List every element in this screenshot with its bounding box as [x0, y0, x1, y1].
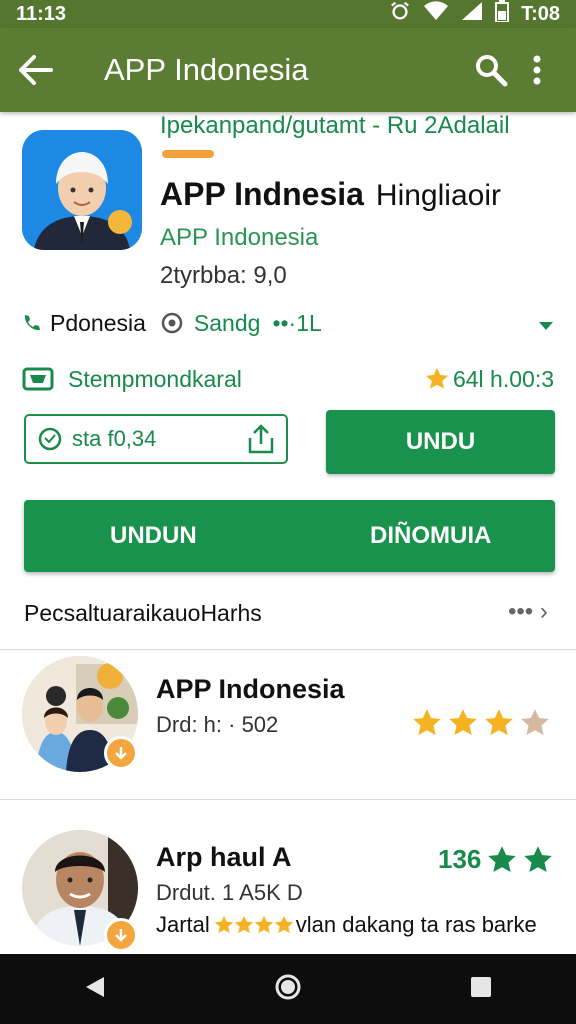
list-item-subtitle: Drd: h: · 502 [156, 712, 279, 737]
location-text: Pdonesia [50, 309, 146, 336]
review-count: 136 [438, 844, 553, 875]
rating-summary: 64l h.00:3 [425, 366, 554, 393]
list-item-description: Jartal vlan dakang ta ras barke [156, 912, 537, 938]
install-button-bar[interactable]: UNDUN DIÑOMUIA [24, 500, 555, 572]
status-time: 11:13 [16, 2, 67, 25]
download-badge-icon [104, 736, 138, 770]
wifi-icon [423, 1, 449, 27]
search-icon [476, 55, 508, 87]
arrow-back-icon [19, 55, 53, 85]
star-icon [274, 915, 293, 933]
status-time-right: T:08 [521, 2, 560, 25]
list-item-title[interactable]: Arp haul A [156, 842, 292, 873]
tag-icon [22, 367, 54, 391]
network-text: ••·1L [272, 309, 322, 336]
section-more-button[interactable]: ••• › [508, 598, 548, 626]
review-count-text: 136 [438, 844, 482, 874]
back-triangle-icon [86, 976, 104, 997]
size-text: sta f0,34 [72, 426, 157, 451]
description-text: vlan dakang ta ras barke [295, 912, 537, 937]
install-left-label[interactable]: UNDUN [110, 522, 197, 550]
star-icon [413, 709, 441, 735]
download-button[interactable]: UNDU [326, 410, 555, 474]
more-vert-icon [533, 55, 541, 85]
battery-icon [495, 0, 510, 28]
dropdown-arrow-icon[interactable] [538, 310, 554, 337]
star-empty-icon [521, 709, 549, 735]
star-green-icon [488, 845, 517, 872]
install-right-label[interactable]: DIÑOMUIA [370, 522, 491, 550]
rating-stars [412, 708, 550, 738]
more-options-button[interactable] [514, 44, 560, 96]
star-icon [214, 915, 233, 933]
back-button[interactable] [10, 44, 62, 96]
app-icon [22, 130, 142, 250]
download-badge-icon [104, 918, 138, 952]
rating-text: 64l h.00:3 [452, 365, 554, 392]
list-item-subtitle: Drdut. 1 A5K D [156, 880, 303, 905]
app-name-extra: Hingliaoir [375, 179, 501, 212]
star-icon [234, 915, 253, 933]
clock-icon [38, 427, 62, 451]
size-selector[interactable]: sta f0,34 [24, 414, 288, 464]
divider [0, 799, 576, 800]
info-row-location: Pdonesia Sandg ••·1L [22, 306, 554, 340]
send-text[interactable]: Sandg [194, 310, 261, 337]
signal-icon [461, 1, 483, 27]
app-bar-title: APP Indonesia [104, 52, 309, 87]
status-bar: 11:13 T:08 [0, 0, 576, 28]
star-green-icon [524, 845, 553, 872]
alarm-icon [389, 0, 411, 28]
app-bar: APP Indonesia [0, 28, 576, 112]
description-prefix: Jartal [156, 912, 210, 937]
star-icon [425, 368, 448, 389]
star-icon [485, 709, 513, 735]
search-button[interactable] [468, 44, 514, 96]
star-icon [254, 915, 273, 933]
settings-icon [161, 312, 183, 334]
developer-link[interactable]: APP Indonesia [160, 224, 318, 252]
home-circle-icon [275, 974, 301, 999]
app-name-text: APP Indnesia [160, 176, 364, 212]
version-text: 2tyrbba: 9,0 [160, 262, 287, 289]
app-tagline: Ipekanpand/gutamt - Ru 2Adalail [160, 112, 510, 139]
section-title: PecsaltuaraikauoHarhs [24, 600, 262, 626]
star-icon [449, 709, 477, 735]
nav-recents-button[interactable] [470, 976, 492, 1003]
divider [0, 649, 576, 650]
phone-icon [24, 315, 40, 331]
info-row-stamp: Stempmondkaral 64l h.00:3 [22, 362, 554, 396]
app-name: APP Indnesia Hingliaoir [160, 176, 501, 213]
mini-rating-stars [214, 915, 294, 935]
system-nav-bar [0, 954, 576, 1024]
list-item-title[interactable]: APP Indonesia [156, 674, 345, 705]
share-icon[interactable] [248, 424, 274, 454]
accent-bar [162, 150, 214, 158]
nav-back-button[interactable] [84, 975, 106, 1004]
stamp-text: Stempmondkaral [68, 365, 242, 392]
nav-home-button[interactable] [274, 973, 302, 1006]
recents-square-icon [471, 976, 491, 997]
